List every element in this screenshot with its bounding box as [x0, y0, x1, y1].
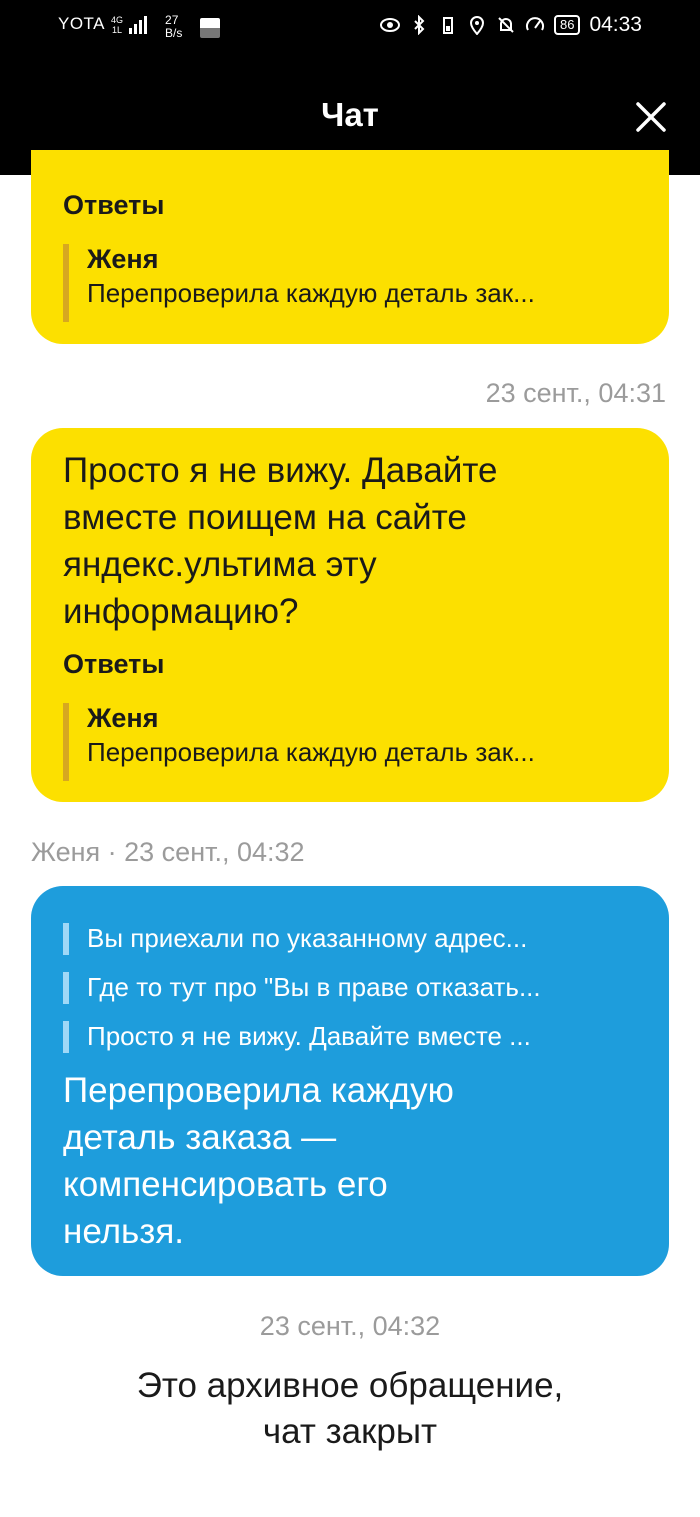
- bluetooth-icon: [414, 15, 425, 35]
- message-text: Просто я не вижу. Давайте вместе поищем …: [63, 451, 498, 631]
- archive-notice: Это архивное обращение, чат закрыт: [136, 1366, 564, 1451]
- answers-heading: Ответы: [63, 190, 165, 220]
- quote-author: Женя: [87, 244, 159, 274]
- close-icon[interactable]: [634, 100, 668, 134]
- footer-timestamp: 23 сент., 04:32: [259, 1311, 441, 1341]
- reply-quote[interactable]: Женя Перепроверила каждую деталь зак...: [63, 242, 637, 322]
- reply-quote[interactable]: Женя Перепроверила каждую деталь зак...: [63, 701, 637, 781]
- operator-message: Ответы Женя Перепроверила каждую деталь …: [31, 150, 669, 344]
- bell-off-icon: [498, 17, 514, 33]
- reply-quote[interactable]: Где то тут про "Вы в праве отказать...: [63, 969, 637, 1005]
- carrier-name: YOTA: [58, 14, 106, 33]
- page-title: Чат: [321, 96, 379, 133]
- quote-author: Женя: [87, 703, 159, 733]
- battery-level: 86: [553, 15, 581, 35]
- quote-text: Перепроверила каждую деталь зак...: [87, 737, 535, 767]
- operator-message: Просто я не вижу. Давайте вместе поищем …: [31, 428, 669, 802]
- network-speed: 27 B/s: [165, 13, 183, 40]
- eye-icon: [379, 18, 400, 32]
- chat-header: Чат: [0, 70, 700, 160]
- reply-quote[interactable]: Просто я не вижу. Давайте вместе ...: [63, 1018, 637, 1054]
- message-timestamp: 23 сент., 04:31: [485, 378, 666, 408]
- status-time: 04:33: [589, 13, 642, 36]
- message-meta: Женя · 23 сент., 04:32: [31, 837, 305, 867]
- location-icon: [469, 16, 484, 35]
- top-bar: YOTA 4G 1L 27 B/s 86 04:33 Чат: [0, 0, 700, 175]
- network-sub: 1L: [112, 25, 123, 35]
- sim-icon: [200, 18, 221, 38]
- status-bar: YOTA 4G 1L 27 B/s 86 04:33: [0, 0, 700, 55]
- reply-quote[interactable]: Вы приехали по указанному адрес...: [63, 920, 637, 956]
- answers-heading: Ответы: [63, 649, 165, 679]
- user-message: Вы приехали по указанному адрес... Где т…: [31, 886, 669, 1276]
- battery-small-icon: [442, 17, 453, 34]
- quote-text: Перепроверила каждую деталь зак...: [87, 278, 535, 308]
- speedometer-icon: [525, 17, 544, 31]
- network-type: 4G: [111, 15, 124, 25]
- signal-icon: [129, 16, 148, 34]
- message-text: Перепроверила каждую деталь заказа — ком…: [63, 1071, 454, 1251]
